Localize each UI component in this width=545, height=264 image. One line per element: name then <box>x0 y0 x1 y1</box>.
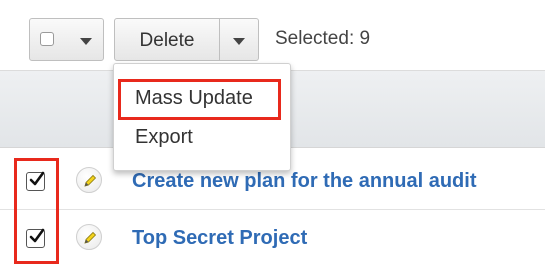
selected-label: Selected: <box>275 28 355 49</box>
table-row: Top Secret Project <box>0 212 545 264</box>
selected-count: 9 <box>359 28 371 49</box>
menu-item-export[interactable]: Export <box>135 126 193 149</box>
actions-dropdown-toggle[interactable] <box>219 18 259 61</box>
selected-count-text: Selected: 9 <box>275 28 370 50</box>
chevron-down-icon <box>233 38 245 45</box>
delete-button-label: Delete <box>139 30 195 51</box>
edit-button[interactable] <box>76 224 102 250</box>
select-all-checkbox[interactable] <box>40 32 54 46</box>
list-toolbar: Delete Selected: 9 <box>0 0 545 70</box>
select-all-caret-icon[interactable] <box>80 38 92 45</box>
pencil-icon <box>84 231 97 244</box>
record-name-link[interactable]: Top Secret Project <box>132 227 307 250</box>
select-all-button[interactable] <box>29 18 104 61</box>
list-view: Delete Selected: 9 Create new plan for t… <box>0 0 545 264</box>
mass-update-highlight <box>118 79 281 120</box>
record-name-link[interactable]: Create new plan for the annual audit <box>132 170 477 193</box>
delete-button[interactable]: Delete <box>114 18 220 61</box>
pencil-icon <box>84 174 97 187</box>
checkbox-column-highlight <box>14 158 59 264</box>
edit-button[interactable] <box>76 167 102 193</box>
